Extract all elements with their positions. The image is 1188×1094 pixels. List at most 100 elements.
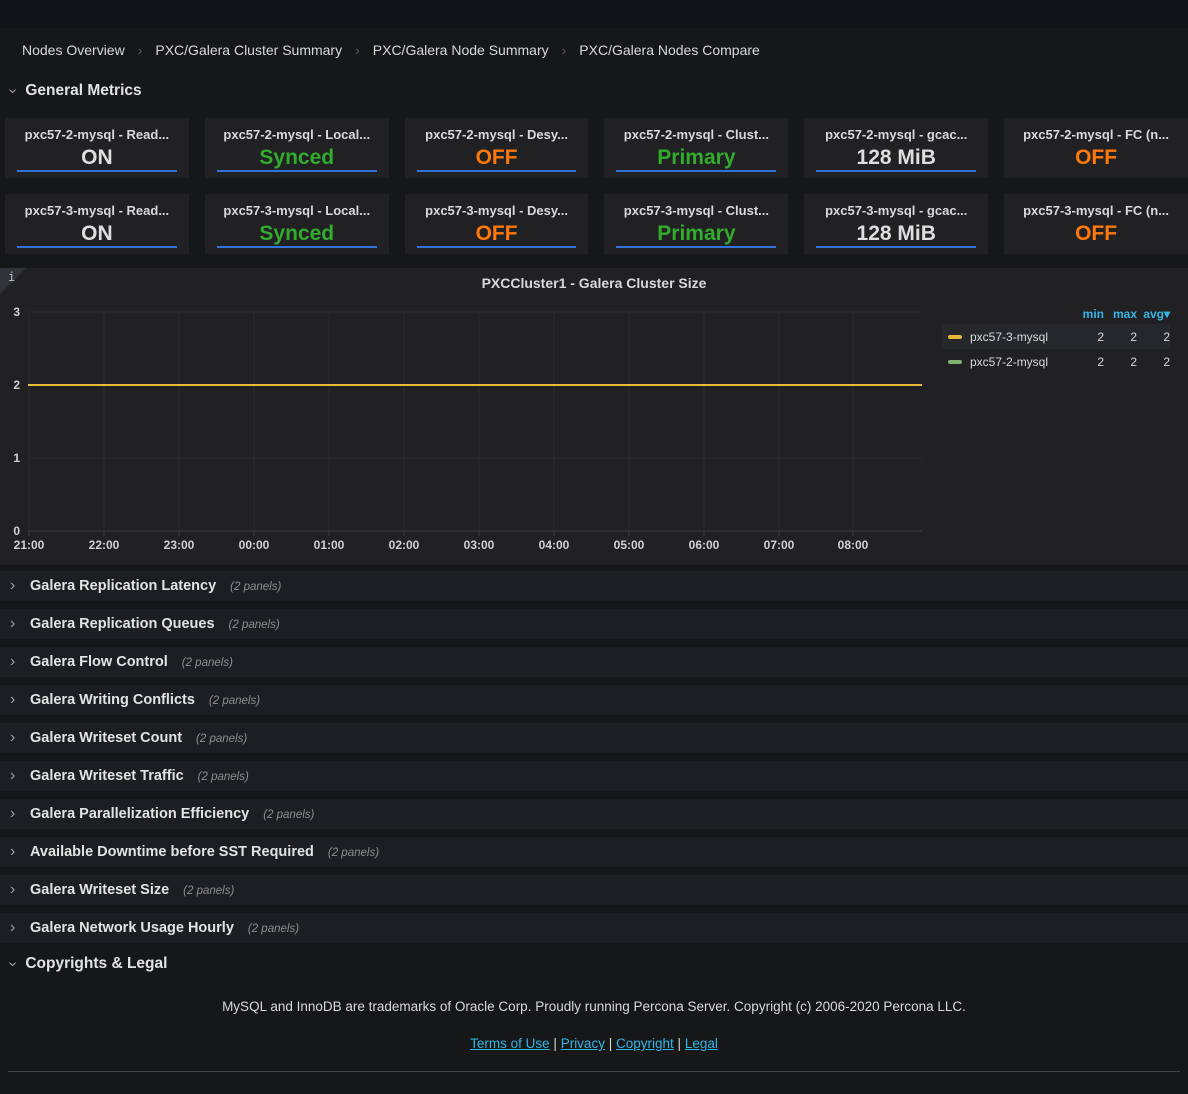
x-tick-label: 01:00 (314, 538, 345, 552)
chart-legend: min max avg▾ pxc57-3-mysql 2 2 2 pxc57-2… (942, 304, 1170, 374)
x-tick-label: 03:00 (464, 538, 495, 552)
row-galera-flow-control[interactable]: › Galera Flow Control (2 panels) (0, 647, 1188, 677)
stat-panel-value: ON (5, 222, 189, 246)
stat-panel-title[interactable]: pxc57-2-mysql - Local... (205, 127, 389, 142)
stat-panel-value: Primary (604, 222, 788, 246)
breadcrumb-separator-icon: › (355, 42, 360, 58)
row-title: Available Downtime before SST Required (30, 844, 314, 860)
series-swatch-icon (948, 360, 962, 364)
legend-max-value: 2 (1104, 355, 1137, 369)
chevron-right-icon: › (10, 578, 22, 594)
link-legal[interactable]: Legal (685, 1036, 718, 1051)
graph-panel-title[interactable]: PXCCluster1 - Galera Cluster Size (0, 268, 1188, 291)
stat-panel-title[interactable]: pxc57-3-mysql - Local... (205, 203, 389, 218)
legend-header: min max avg▾ (942, 304, 1170, 324)
footer-divider (8, 1071, 1180, 1072)
stat-panel-title[interactable]: pxc57-2-mysql - Desy... (405, 127, 589, 142)
chevron-right-icon: › (10, 844, 22, 860)
legend-min-value: 2 (1071, 330, 1104, 344)
legend-sort-avg[interactable]: avg▾ (1137, 307, 1170, 321)
link-terms-of-use[interactable]: Terms of Use (470, 1036, 550, 1051)
stat-panel: pxc57-2-mysql - Read... ON (5, 118, 189, 178)
breadcrumb-item-cluster-summary[interactable]: PXC/Galera Cluster Summary (155, 42, 342, 58)
link-copyright[interactable]: Copyright (616, 1036, 674, 1051)
stat-panel-title[interactable]: pxc57-2-mysql - Read... (5, 127, 189, 142)
stat-panel-title[interactable]: pxc57-3-mysql - Clust... (604, 203, 788, 218)
x-tick-label: 05:00 (614, 538, 645, 552)
stat-panel: pxc57-3-mysql - Read... ON (5, 194, 189, 254)
row-title: Galera Flow Control (30, 654, 168, 670)
row-galera-writeset-traffic[interactable]: › Galera Writeset Traffic (2 panels) (0, 761, 1188, 791)
stat-panel: pxc57-3-mysql - gcac... 128 MiB (804, 194, 988, 254)
chevron-right-icon: › (10, 616, 22, 632)
row-panel-count: (2 panels) (198, 769, 249, 783)
legend-sort-min[interactable]: min (1071, 307, 1104, 321)
row-galera-replication-queues[interactable]: › Galera Replication Queues (2 panels) (0, 609, 1188, 639)
section-general-metrics[interactable]: › General Metrics (10, 82, 142, 100)
stat-panel-value: 128 MiB (804, 222, 988, 246)
chevron-right-icon: › (10, 768, 22, 784)
section-copyrights-legal[interactable]: › Copyrights & Legal (10, 955, 167, 973)
row-title: Galera Writing Conflicts (30, 692, 195, 708)
series-swatch-icon (948, 335, 962, 339)
stat-panel: pxc57-3-mysql - Local... Synced (205, 194, 389, 254)
stat-panel-title[interactable]: pxc57-2-mysql - gcac... (804, 127, 988, 142)
row-panel-count: (2 panels) (183, 883, 234, 897)
row-panel-count: (2 panels) (196, 731, 247, 745)
row-available-downtime-before-sst[interactable]: › Available Downtime before SST Required… (0, 837, 1188, 867)
stat-panel-value: OFF (405, 146, 589, 170)
row-panel-count: (2 panels) (248, 921, 299, 935)
stat-panel: pxc57-3-mysql - Desy... OFF (405, 194, 589, 254)
link-separator: | (609, 1036, 616, 1051)
x-tick-label: 21:00 (14, 538, 45, 552)
link-privacy[interactable]: Privacy (561, 1036, 605, 1051)
row-title: Galera Replication Latency (30, 578, 216, 594)
stat-panel-underline (616, 246, 776, 248)
row-galera-network-usage-hourly[interactable]: › Galera Network Usage Hourly (2 panels) (0, 913, 1188, 943)
stat-panel: pxc57-2-mysql - Clust... Primary (604, 118, 788, 178)
row-galera-writeset-size[interactable]: › Galera Writeset Size (2 panels) (0, 875, 1188, 905)
info-icon: i (8, 270, 15, 284)
row-title: Galera Replication Queues (30, 616, 215, 632)
row-galera-writeset-count[interactable]: › Galera Writeset Count (2 panels) (0, 723, 1188, 753)
stat-panel-title[interactable]: pxc57-2-mysql - Clust... (604, 127, 788, 142)
x-tick-label: 23:00 (164, 538, 195, 552)
stat-panel-title[interactable]: pxc57-3-mysql - Read... (5, 203, 189, 218)
stat-panel-value: OFF (405, 222, 589, 246)
stat-panel-underline (17, 170, 177, 172)
stat-panel-underline (417, 170, 577, 172)
stat-panel-value: Primary (604, 146, 788, 170)
stat-panel-value: OFF (1004, 222, 1188, 246)
stat-panel-value: OFF (1004, 146, 1188, 170)
breadcrumb-item-nodes-compare[interactable]: PXC/Galera Nodes Compare (579, 42, 760, 58)
legend-series-name[interactable]: pxc57-2-mysql (970, 355, 1071, 369)
link-separator: | (553, 1036, 560, 1051)
sort-caret-icon: ▾ (1164, 307, 1170, 321)
row-title: Galera Writeset Traffic (30, 768, 184, 784)
legend-series-name[interactable]: pxc57-3-mysql (970, 330, 1071, 344)
row-title: Galera Parallelization Efficiency (30, 806, 249, 822)
legend-sort-max[interactable]: max (1104, 307, 1137, 321)
x-axis-labels: 21:00 22:00 23:00 00:00 01:00 02:00 03:0… (14, 538, 869, 552)
row-galera-writing-conflicts[interactable]: › Galera Writing Conflicts (2 panels) (0, 685, 1188, 715)
legend-row: pxc57-2-mysql 2 2 2 (942, 349, 1170, 374)
legend-min-value: 2 (1071, 355, 1104, 369)
link-separator: | (678, 1036, 685, 1051)
stat-panel-underline (17, 246, 177, 248)
row-panel-count: (2 panels) (230, 579, 281, 593)
chevron-right-icon: › (10, 692, 22, 708)
stat-panel-underline (217, 170, 377, 172)
section-title: General Metrics (25, 82, 141, 100)
row-galera-parallelization-efficiency[interactable]: › Galera Parallelization Efficiency (2 p… (0, 799, 1188, 829)
row-galera-replication-latency[interactable]: › Galera Replication Latency (2 panels) (0, 571, 1188, 601)
stat-panel-title[interactable]: pxc57-2-mysql - FC (n... (1004, 127, 1188, 142)
breadcrumb-item-node-summary[interactable]: PXC/Galera Node Summary (373, 42, 549, 58)
breadcrumb-item-nodes-overview[interactable]: Nodes Overview (22, 42, 125, 58)
graph-panel-cluster-size: i PXCCluster1 - Galera Cluster Size (0, 268, 1188, 565)
stat-panel-title[interactable]: pxc57-3-mysql - gcac... (804, 203, 988, 218)
row-title: Galera Network Usage Hourly (30, 920, 234, 936)
stat-panel-title[interactable]: pxc57-3-mysql - Desy... (405, 203, 589, 218)
chevron-right-icon: › (10, 730, 22, 746)
section-title: Copyrights & Legal (25, 955, 167, 973)
stat-panel-title[interactable]: pxc57-3-mysql - FC (n... (1004, 203, 1188, 218)
